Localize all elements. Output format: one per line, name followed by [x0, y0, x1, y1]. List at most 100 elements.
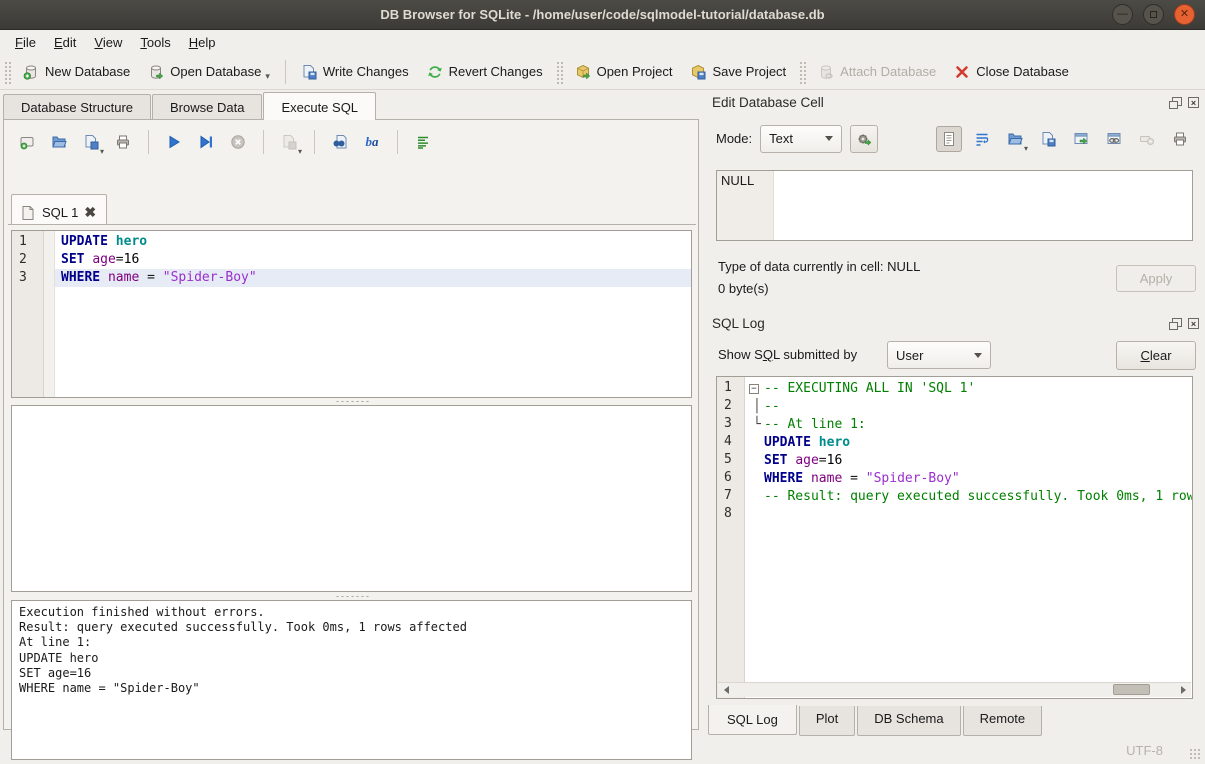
maximize-button[interactable]: [1143, 4, 1164, 25]
gear-icon: [856, 131, 872, 147]
scrollbar-thumb[interactable]: [1113, 684, 1150, 695]
close-tab-icon[interactable]: ✖: [84, 204, 96, 221]
save-sql-file-button[interactable]: ▾: [78, 129, 104, 155]
menu-tools[interactable]: Tools: [131, 32, 179, 53]
execute-all-button[interactable]: [161, 129, 187, 155]
close-window-icon: ✕: [1180, 9, 1189, 20]
toolbar-separator: [285, 60, 286, 84]
resize-grip-icon[interactable]: [1189, 748, 1202, 761]
dock-tab-sql-log[interactable]: SQL Log: [708, 705, 797, 735]
text-mode-button[interactable]: [936, 126, 962, 152]
menu-file[interactable]: File: [6, 32, 45, 53]
menu-view[interactable]: View: [85, 32, 131, 53]
mode-value: Text: [769, 131, 793, 146]
close-database-button[interactable]: Close Database: [945, 59, 1078, 85]
open-project-button[interactable]: Open Project: [566, 59, 682, 85]
apply-button[interactable]: Apply: [1116, 265, 1196, 292]
window-title: DB Browser for SQLite - /home/user/code/…: [380, 7, 824, 22]
sql-log-dock-header: SQL Log ×: [712, 313, 1199, 333]
print-cell-icon: [1172, 131, 1188, 147]
tab-browse-data[interactable]: Browse Data: [152, 94, 262, 122]
tab-database-structure[interactable]: Database Structure: [3, 94, 151, 122]
open-database-button[interactable]: Open Database ▾: [139, 59, 279, 85]
menu-edit[interactable]: Edit: [45, 32, 85, 53]
stop-button[interactable]: [225, 129, 251, 155]
toolbar-drag-handle[interactable]: [555, 60, 563, 84]
dock-tab-db-schema[interactable]: DB Schema: [857, 706, 960, 736]
execution-messages[interactable]: Execution finished without errors. Resul…: [11, 600, 692, 760]
execute-line-icon: [198, 134, 214, 150]
open-sql-file-button[interactable]: [46, 129, 72, 155]
find-icon: [332, 134, 348, 150]
scroll-right-icon[interactable]: [1175, 683, 1191, 697]
execute-sql-pane: ▾: [3, 119, 699, 730]
save-project-button[interactable]: Save Project: [681, 59, 795, 85]
close-button[interactable]: ✕: [1174, 4, 1195, 25]
scroll-left-icon[interactable]: [718, 683, 734, 697]
log-line-numbers: 12345678: [717, 377, 745, 698]
revert-changes-button[interactable]: Revert Changes: [418, 59, 552, 85]
minimize-button[interactable]: —: [1112, 4, 1133, 25]
mode-select[interactable]: Text: [760, 125, 842, 153]
scrollbar-track[interactable]: [734, 683, 1175, 697]
toolbar-drag-handle[interactable]: [3, 60, 11, 84]
results-grid[interactable]: [11, 405, 692, 592]
autocomplete-button[interactable]: ba: [359, 129, 385, 155]
log-horizontal-scrollbar[interactable]: [718, 682, 1191, 697]
encoding-indicator[interactable]: UTF-8: [1126, 743, 1163, 758]
new-database-button[interactable]: New Database: [14, 59, 139, 85]
revert-changes-label: Revert Changes: [449, 64, 543, 79]
attach-database-button[interactable]: Attach Database: [809, 59, 945, 85]
execute-current-line-button[interactable]: [193, 129, 219, 155]
tab-execute-sql[interactable]: Execute SQL: [263, 92, 376, 120]
print-button[interactable]: [110, 129, 136, 155]
import-cell-data-button[interactable]: ▾: [1002, 126, 1028, 152]
splitter-handle[interactable]: [11, 593, 692, 599]
cell-mode-row: Mode: Text: [716, 124, 878, 153]
format-sql-button[interactable]: [410, 129, 436, 155]
set-null-button[interactable]: [1134, 126, 1160, 152]
log-filter-label: Show SQL submitted by: [718, 347, 857, 362]
dock-tab-plot[interactable]: Plot: [799, 706, 855, 736]
menu-bar: File Edit View Tools Help: [0, 30, 1205, 54]
open-project-label: Open Project: [597, 64, 673, 79]
new-database-label: New Database: [45, 64, 130, 79]
title-bar[interactable]: DB Browser for SQLite - /home/user/code/…: [0, 0, 1205, 30]
dock-tab-remote[interactable]: Remote: [963, 706, 1043, 736]
toolbar-drag-handle[interactable]: [798, 60, 806, 84]
close-dock-icon[interactable]: ×: [1188, 318, 1199, 329]
clear-log-button[interactable]: Clear: [1116, 341, 1196, 370]
copy-link-button[interactable]: [1101, 126, 1127, 152]
float-dock-icon[interactable]: [1172, 97, 1182, 106]
export-cell-data-button[interactable]: [1035, 126, 1061, 152]
splitter-handle[interactable]: [11, 398, 692, 404]
menu-help[interactable]: Help: [180, 32, 225, 53]
new-tab-button[interactable]: [14, 129, 40, 155]
open-in-external-button[interactable]: [1068, 126, 1094, 152]
export-results-button[interactable]: ▾: [276, 129, 302, 155]
log-filter-select[interactable]: User: [887, 341, 991, 369]
log-filter-value: User: [896, 348, 923, 363]
print-cell-button[interactable]: [1167, 126, 1193, 152]
open-sql-file-icon: [51, 134, 67, 150]
editor-code[interactable]: UPDATE heroSET age=16WHERE name = "Spide…: [55, 231, 691, 397]
cell-value-editor[interactable]: NULL: [716, 170, 1193, 241]
auto-apply-button[interactable]: [850, 125, 878, 153]
export-cell-icon: [1040, 131, 1056, 147]
write-changes-button[interactable]: Write Changes: [292, 59, 418, 85]
word-wrap-button[interactable]: [969, 126, 995, 152]
chevron-down-icon: [825, 136, 833, 141]
chevron-down-icon: [974, 353, 982, 358]
sql-editor[interactable]: 123 UPDATE heroSET age=16WHERE name = "S…: [11, 230, 692, 398]
format-sql-icon: [415, 134, 431, 150]
sql-1-tab[interactable]: SQL 1 ✖: [11, 194, 107, 224]
find-button[interactable]: [327, 129, 353, 155]
attach-database-icon: [818, 64, 834, 80]
open-database-label: Open Database: [170, 64, 261, 79]
stop-icon: [230, 134, 246, 150]
float-dock-icon[interactable]: [1172, 318, 1182, 327]
close-dock-icon[interactable]: ×: [1188, 97, 1199, 108]
maximize-icon: [1150, 11, 1157, 18]
export-results-icon: [281, 134, 297, 150]
sql-log-view[interactable]: 12345678 −-- EXECUTING ALL IN 'SQL 1'│--…: [716, 376, 1193, 699]
